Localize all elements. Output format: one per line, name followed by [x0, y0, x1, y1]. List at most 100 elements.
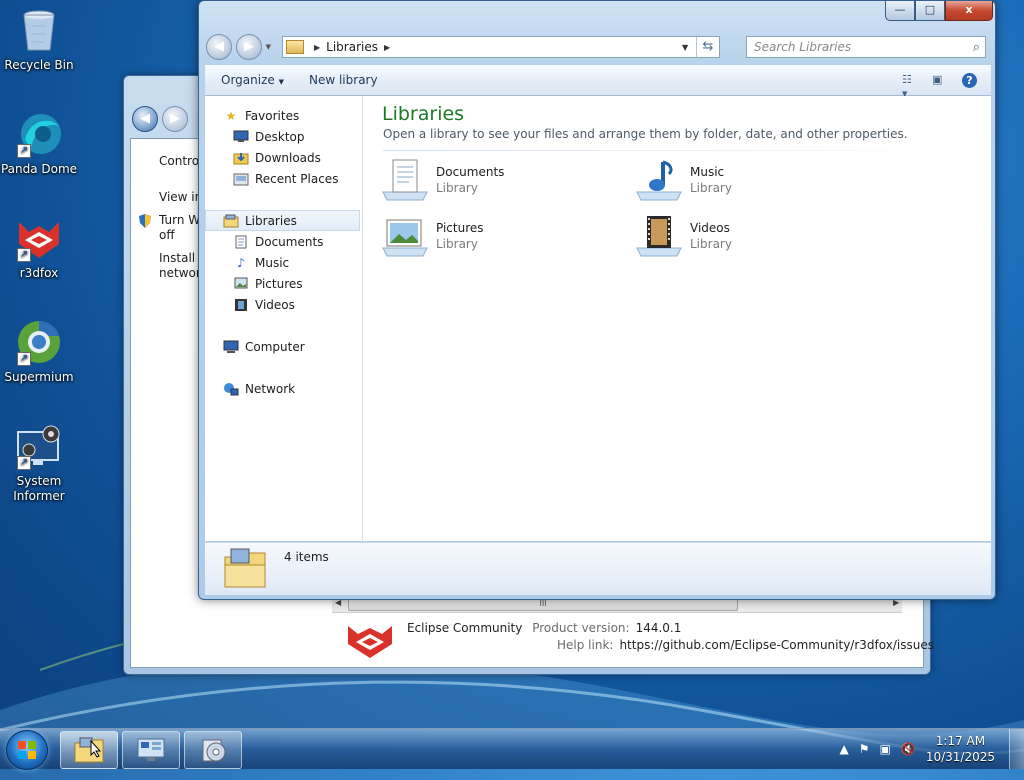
eclipse-logo-icon	[346, 620, 394, 660]
search-placeholder: Search Libraries	[754, 40, 852, 54]
star-icon: ★	[225, 108, 237, 123]
organize-button[interactable]: Organize ▼	[212, 73, 293, 87]
desktop-icon-supermium[interactable]: ↗ Supermium	[0, 318, 78, 385]
help-link[interactable]: https://github.com/Eclipse-Community/r3d…	[619, 638, 934, 652]
shield-icon	[137, 213, 153, 229]
address-bar[interactable]: ▶ Libraries ▶ ▼ ⇆	[282, 36, 720, 58]
show-desktop-button[interactable]	[1009, 729, 1024, 769]
library-pictures[interactable]: Pictures Library	[381, 212, 621, 260]
nav-documents[interactable]: Documents	[233, 231, 323, 252]
taskbar-explorer-button[interactable]	[60, 731, 118, 769]
desktop-icon-label: System Informer	[13, 474, 65, 503]
libraries-folder-large-icon	[223, 547, 267, 589]
panda-dome-icon: ↗	[15, 110, 63, 158]
library-music[interactable]: Music Library	[635, 156, 875, 204]
nav-favorites[interactable]: ★ Favorites	[223, 105, 300, 126]
nav-downloads[interactable]: Downloads	[233, 147, 321, 168]
preview-pane-icon[interactable]: ▣	[932, 73, 948, 87]
libraries-folder-icon	[286, 40, 304, 54]
volume-muted-icon[interactable]: 🔇	[901, 742, 916, 756]
desktop-icon-panda-dome[interactable]: ↗ Panda Dome	[0, 110, 78, 177]
start-button[interactable]	[6, 730, 48, 770]
chevron-down-icon: ▼	[278, 78, 284, 86]
explorer-window[interactable]: — □ x ◀ ▶ ▼ ▶ Libraries ▶ ▼ ⇆ Search Lib…	[198, 0, 996, 600]
desktop-icon-recycle-bin[interactable]: Recycle Bin	[0, 6, 78, 73]
action-center-flag-icon[interactable]: ⚑	[859, 742, 870, 756]
nav-desktop[interactable]: Desktop	[233, 126, 305, 147]
shortcut-arrow-icon: ↗	[17, 352, 31, 366]
nav-pictures[interactable]: Pictures	[233, 273, 303, 294]
breadcrumb-chevron-icon[interactable]: ▶	[384, 43, 390, 52]
divider	[383, 150, 973, 151]
recent-pages-chevron-icon[interactable]: ▼	[266, 43, 271, 51]
nav-label: Downloads	[255, 150, 321, 165]
libraries-icon	[223, 214, 239, 228]
content-pane: Libraries Open a library to see your fil…	[363, 96, 991, 541]
nav-label: Music	[255, 255, 290, 270]
organize-label: Organize	[221, 73, 275, 87]
back-window-text[interactable]: off	[159, 228, 175, 242]
breadcrumb-libraries[interactable]: Libraries	[326, 40, 378, 54]
change-view-icon[interactable]: ☷ ▼	[902, 73, 918, 98]
back-window-text[interactable]: View in	[159, 190, 202, 204]
nav-network[interactable]: Network	[223, 378, 295, 399]
search-input[interactable]: Search Libraries ⌕	[746, 36, 986, 58]
breadcrumb-chevron-icon[interactable]: ▶	[314, 43, 320, 52]
nav-videos[interactable]: Videos	[233, 294, 295, 315]
nav-recent-places[interactable]: Recent Places	[233, 168, 338, 189]
navigation-bar: ◀ ▶ ▼ ▶ Libraries ▶ ▼ ⇆ Search Libraries…	[206, 34, 988, 60]
close-button[interactable]: x	[945, 1, 993, 21]
back-window-text[interactable]: Turn W	[159, 213, 200, 227]
forward-arrow-icon[interactable]: ▶	[161, 106, 188, 132]
control-panel-icon	[137, 738, 165, 761]
library-name: Videos	[690, 221, 730, 235]
taskbar-media-button[interactable]	[184, 731, 242, 769]
address-dropdown-icon[interactable]: ▼	[682, 43, 696, 52]
library-name: Music	[690, 165, 725, 179]
nav-libraries[interactable]: Libraries	[205, 210, 360, 231]
about-info-panel: ◀ III ▶ Eclipse Community Product versio…	[332, 596, 934, 666]
show-hidden-icons-icon[interactable]: ▲	[840, 742, 849, 756]
back-arrow-icon[interactable]: ◀	[132, 106, 158, 132]
maximize-button[interactable]: □	[915, 1, 945, 21]
refresh-icon[interactable]: ⇆	[696, 37, 719, 57]
new-library-button[interactable]: New library	[300, 73, 387, 87]
nav-computer[interactable]: Computer	[223, 336, 305, 357]
navigation-pane: ★ Favorites Desktop Downloads Recent Plac…	[205, 96, 363, 541]
nav-label: Videos	[255, 297, 295, 312]
page-subtitle: Open a library to see your files and arr…	[383, 127, 908, 141]
taskbar-control-panel-button[interactable]	[122, 731, 180, 769]
library-documents[interactable]: Documents Library	[381, 156, 621, 204]
clock[interactable]: 1:17 AM 10/31/2025	[926, 733, 995, 765]
library-name: Pictures	[436, 221, 484, 235]
network-status-icon[interactable]: ▣	[880, 742, 891, 756]
pictures-icon	[233, 277, 249, 291]
documents-library-icon	[381, 158, 429, 202]
help-link-label: Help link:	[557, 638, 614, 652]
desktop-icon-label: Recycle Bin	[4, 58, 74, 72]
library-kind: Library	[690, 237, 732, 251]
search-icon[interactable]: ⌕	[966, 40, 980, 55]
desktop-icon	[233, 130, 249, 144]
r3dfox-icon: ↗	[15, 214, 63, 262]
forward-arrow-icon[interactable]: ▶	[235, 34, 262, 60]
videos-icon	[233, 298, 249, 312]
music-note-icon: ♪	[237, 255, 245, 270]
caption-buttons: — □ x	[885, 1, 993, 21]
nav-label: Favorites	[245, 108, 300, 123]
library-videos[interactable]: Videos Library	[635, 212, 875, 260]
pictures-library-icon	[381, 214, 429, 258]
minimize-button[interactable]: —	[885, 1, 915, 21]
nav-music[interactable]: ♪ Music	[233, 252, 289, 273]
nav-label: Libraries	[245, 213, 297, 228]
supermium-icon: ↗	[15, 318, 63, 366]
help-icon[interactable]: ?	[962, 72, 977, 88]
desktop-icon-system-informer[interactable]: ↗ System Informer	[0, 422, 78, 504]
clock-date: 10/31/2025	[925, 750, 995, 764]
desktop-icon-r3dfox[interactable]: ↗ r3dfox	[0, 214, 78, 281]
back-arrow-icon[interactable]: ◀	[206, 34, 232, 60]
nav-label: Documents	[255, 234, 324, 249]
back-window-text[interactable]: networ	[159, 266, 201, 280]
desktop-icon-label: r3dfox	[19, 266, 59, 280]
shortcut-arrow-icon: ↗	[17, 248, 31, 262]
